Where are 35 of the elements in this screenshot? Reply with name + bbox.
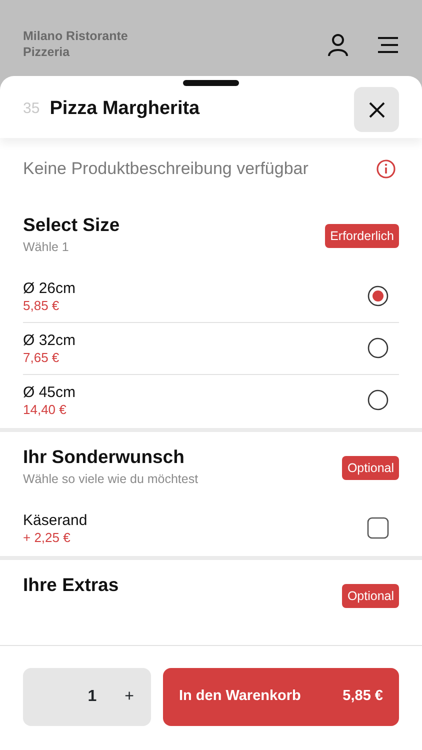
section-title: Ihr Sonderwunsch (23, 446, 186, 468)
add-to-cart-button[interactable]: In den Warenkorb 5,85 € (163, 668, 399, 726)
option-price: + 2,25 € (23, 530, 72, 546)
section-title: Select Size (23, 214, 120, 236)
checkbox[interactable] (367, 517, 389, 539)
option-label: Ø 45cm (23, 382, 76, 402)
cart-total: 5,85 € (342, 687, 383, 706)
option-price: 5,85 € (23, 298, 60, 314)
product-description: Keine Produktbeschreibung verfügbar (23, 158, 308, 180)
radio-button[interactable] (367, 337, 389, 359)
plus-button[interactable]: + (124, 685, 134, 709)
product-title: Pizza Margherita (50, 97, 200, 122)
option-label: Ø 26cm (23, 278, 76, 298)
section-hint: Wähle so viele wie du möchtest (23, 472, 198, 486)
status-tag: Optional (342, 456, 399, 480)
option-price: 7,65 € (23, 350, 60, 366)
section-hint: Wähle 1 (23, 240, 70, 254)
cart-label: In den Warenkorb (179, 687, 301, 706)
option-label: Käserand (23, 510, 88, 530)
user-icon[interactable] (327, 33, 349, 57)
status-tag: Optional (342, 584, 399, 608)
close-icon (368, 102, 384, 118)
radio-button[interactable] (367, 285, 389, 307)
quantity-stepper[interactable]: 1 + (23, 668, 151, 726)
restaurant-name: Milano Ristorante Pizzeria (23, 28, 128, 60)
radio-button[interactable] (367, 389, 389, 411)
option-label: Ø 32cm (23, 330, 76, 350)
close-button[interactable] (354, 87, 399, 132)
section-title: Ihre Extras (23, 574, 119, 596)
quantity-value: 1 (88, 687, 97, 707)
menu-icon[interactable] (377, 37, 399, 53)
info-icon[interactable] (376, 158, 396, 179)
option-price: 14,40 € (23, 402, 68, 418)
drag-handle[interactable] (183, 80, 239, 86)
status-tag: Erforderlich (325, 224, 399, 248)
